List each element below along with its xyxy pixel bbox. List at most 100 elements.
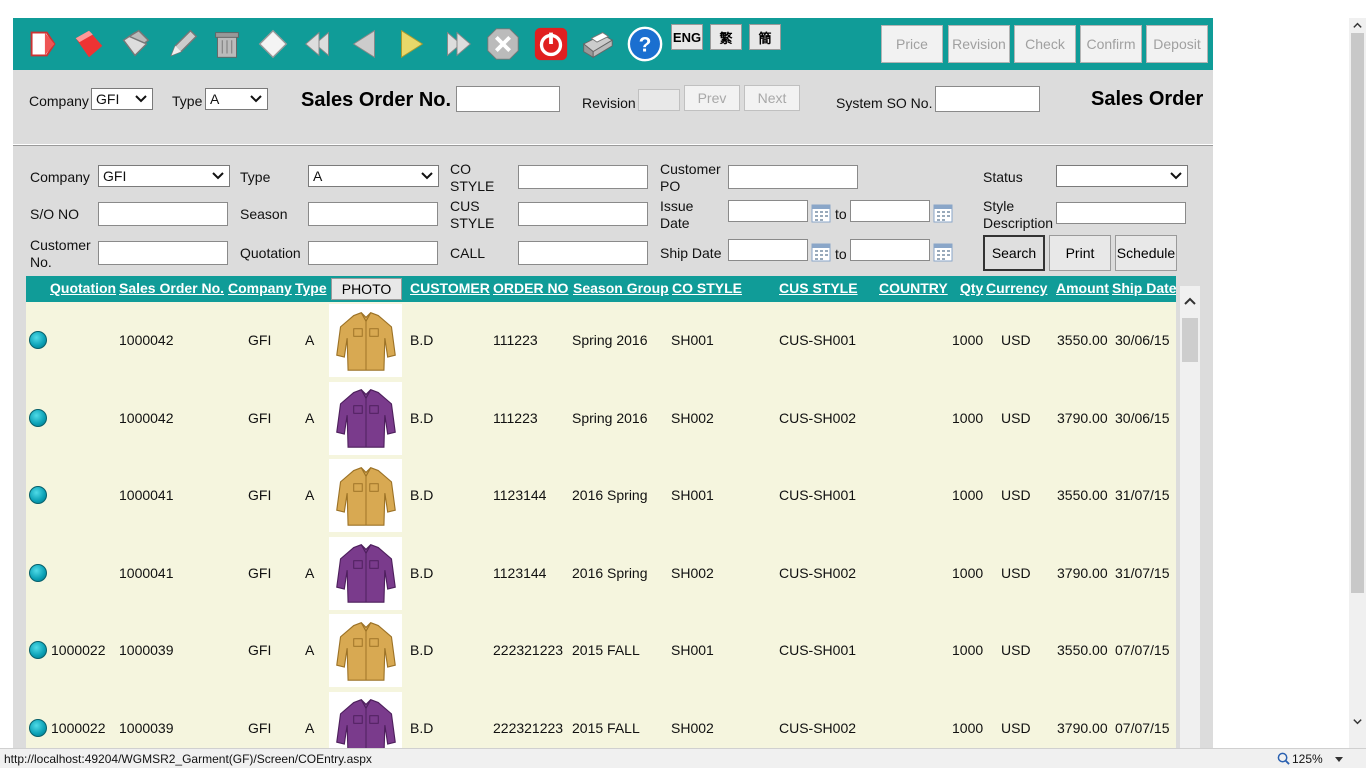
cell-amount: 3790.00	[1057, 409, 1108, 426]
grid-scrollbar[interactable]	[1180, 286, 1200, 748]
table-row[interactable]: 1000042 GFI A B.D 111223 Spring 2016 SH001 CUS-…	[26, 302, 1176, 380]
duplicate-icon[interactable]	[115, 24, 155, 64]
row-select-radio[interactable]	[29, 331, 47, 349]
filter-customer-no-input[interactable]	[98, 241, 228, 265]
so-number-input[interactable]	[456, 86, 560, 112]
filter-status-label: Status	[983, 169, 1023, 185]
issue-date-from-input[interactable]	[728, 200, 808, 222]
calendar-icon[interactable]	[933, 203, 953, 223]
row-select-radio[interactable]	[29, 563, 47, 582]
tag-icon[interactable]	[69, 24, 109, 64]
filter-type-select[interactable]: A	[308, 165, 439, 187]
zoom-level[interactable]: 125%	[1292, 752, 1323, 766]
new-document-icon[interactable]	[23, 24, 63, 64]
lang-traditional-button[interactable]: 繁	[710, 24, 742, 50]
check-button[interactable]: Check	[1014, 25, 1076, 63]
shirt-photo[interactable]	[329, 381, 402, 455]
filter-co-style-input[interactable]	[518, 165, 648, 189]
col-co-style[interactable]: CO STYLE	[672, 280, 742, 296]
col-currency[interactable]: Currency	[986, 280, 1047, 296]
revision-button[interactable]: Revision	[948, 25, 1010, 63]
filter-status-select[interactable]	[1056, 165, 1188, 187]
edit-pencil-icon[interactable]	[161, 24, 201, 64]
filter-so-no-input[interactable]	[98, 202, 228, 226]
search-button[interactable]: Search	[983, 235, 1045, 271]
calendar-icon[interactable]	[811, 242, 831, 262]
col-order-no[interactable]: ORDER NO	[493, 280, 568, 296]
col-country[interactable]: COUNTRY	[879, 280, 948, 296]
power-icon[interactable]	[531, 24, 571, 64]
col-cus-style[interactable]: CUS STYLE	[779, 280, 858, 296]
last-record-icon[interactable]	[437, 24, 477, 64]
issue-date-to-input[interactable]	[850, 200, 930, 222]
col-ship-date[interactable]: Ship Date	[1112, 280, 1176, 296]
print-button[interactable]: Print	[1049, 235, 1111, 271]
shirt-photo[interactable]	[329, 304, 402, 377]
ship-date-to-input[interactable]	[850, 239, 930, 261]
next-button[interactable]: Next	[744, 85, 800, 111]
printer-icon[interactable]	[577, 24, 617, 64]
ship-date-from-input[interactable]	[728, 239, 808, 261]
shirt-photo[interactable]	[329, 459, 402, 532]
type-select[interactable]: A	[205, 88, 268, 110]
filter-style-desc-input[interactable]	[1056, 202, 1186, 224]
confirm-button[interactable]: Confirm	[1080, 25, 1142, 63]
calendar-icon[interactable]	[933, 242, 953, 262]
diamond-icon[interactable]	[253, 24, 293, 64]
first-record-icon[interactable]	[299, 24, 339, 64]
lang-simplified-button[interactable]: 簡	[749, 24, 781, 50]
table-row[interactable]: 1000022 1000039 GFI A B.D 222321223 2015 FALL S…	[26, 690, 1176, 748]
chevron-down-icon[interactable]	[1352, 716, 1363, 727]
delete-bin-icon[interactable]	[207, 24, 247, 64]
grid-scrollbar-thumb[interactable]	[1182, 318, 1198, 362]
col-company[interactable]: Company	[228, 280, 292, 296]
col-photo[interactable]: PHOTO	[331, 278, 402, 300]
window-scrollbar-thumb[interactable]	[1351, 33, 1364, 593]
calendar-icon[interactable]	[811, 203, 831, 223]
table-row[interactable]: 1000041 GFI A B.D 1123144 2016 Spring SH002 CUS…	[26, 535, 1176, 613]
col-season-group[interactable]: Season Group	[573, 280, 669, 296]
col-amount[interactable]: Amount	[1056, 280, 1109, 296]
cancel-x-icon[interactable]	[483, 24, 523, 64]
col-quotation[interactable]: Quotation	[50, 280, 116, 296]
system-so-input[interactable]	[935, 86, 1040, 112]
row-select-radio[interactable]	[29, 718, 47, 737]
col-type[interactable]: Type	[295, 280, 327, 296]
filter-cus-style-input[interactable]	[518, 202, 648, 226]
shirt-photo[interactable]	[329, 614, 402, 687]
col-qty[interactable]: Qty	[960, 280, 983, 296]
revision-input[interactable]	[638, 89, 680, 111]
filter-season-input[interactable]	[308, 202, 438, 226]
col-customer[interactable]: CUSTOMER	[410, 280, 490, 296]
zoom-icon[interactable]	[1277, 752, 1290, 765]
chevron-up-icon[interactable]	[1352, 20, 1363, 31]
cell-amount: 3790.00	[1057, 564, 1108, 581]
table-row[interactable]: 1000022 1000039 GFI A B.D 222321223 2015 FALL S…	[26, 612, 1176, 690]
table-row[interactable]: 1000041 GFI A B.D 1123144 2016 Spring SH001 CUS…	[26, 457, 1176, 535]
shirt-photo[interactable]	[329, 536, 402, 610]
price-button[interactable]: Price	[881, 25, 943, 63]
cell-sales-order-no: 1000042	[119, 409, 174, 426]
zoom-dropdown-icon[interactable]	[1334, 754, 1344, 764]
window-scrollbar[interactable]	[1349, 18, 1366, 748]
row-select-radio[interactable]	[29, 641, 47, 659]
issue-date-to-label: to	[835, 206, 847, 222]
chevron-up-icon[interactable]	[1183, 294, 1197, 308]
help-icon[interactable]: ?	[625, 24, 665, 64]
table-row[interactable]: 1000042 GFI A B.D 111223 Spring 2016 SH002 CUS-…	[26, 380, 1176, 458]
row-select-radio[interactable]	[29, 408, 47, 427]
prev-button[interactable]: Prev	[684, 85, 740, 111]
company-select[interactable]: GFI	[91, 88, 153, 110]
deposit-button[interactable]: Deposit	[1146, 25, 1208, 63]
play-icon[interactable]	[391, 24, 431, 64]
filter-customer-po-input[interactable]	[728, 165, 858, 189]
col-sales-order-no[interactable]: Sales Order No.	[119, 280, 224, 296]
schedule-button[interactable]: Schedule	[1115, 235, 1177, 271]
filter-company-select[interactable]: GFI	[98, 165, 230, 187]
previous-record-icon[interactable]	[345, 24, 385, 64]
shirt-photo[interactable]	[329, 691, 402, 748]
lang-english-button[interactable]: ENG	[671, 24, 703, 50]
row-select-radio[interactable]	[29, 486, 47, 504]
filter-quotation-input[interactable]	[308, 241, 438, 265]
filter-call-input[interactable]	[518, 241, 648, 265]
